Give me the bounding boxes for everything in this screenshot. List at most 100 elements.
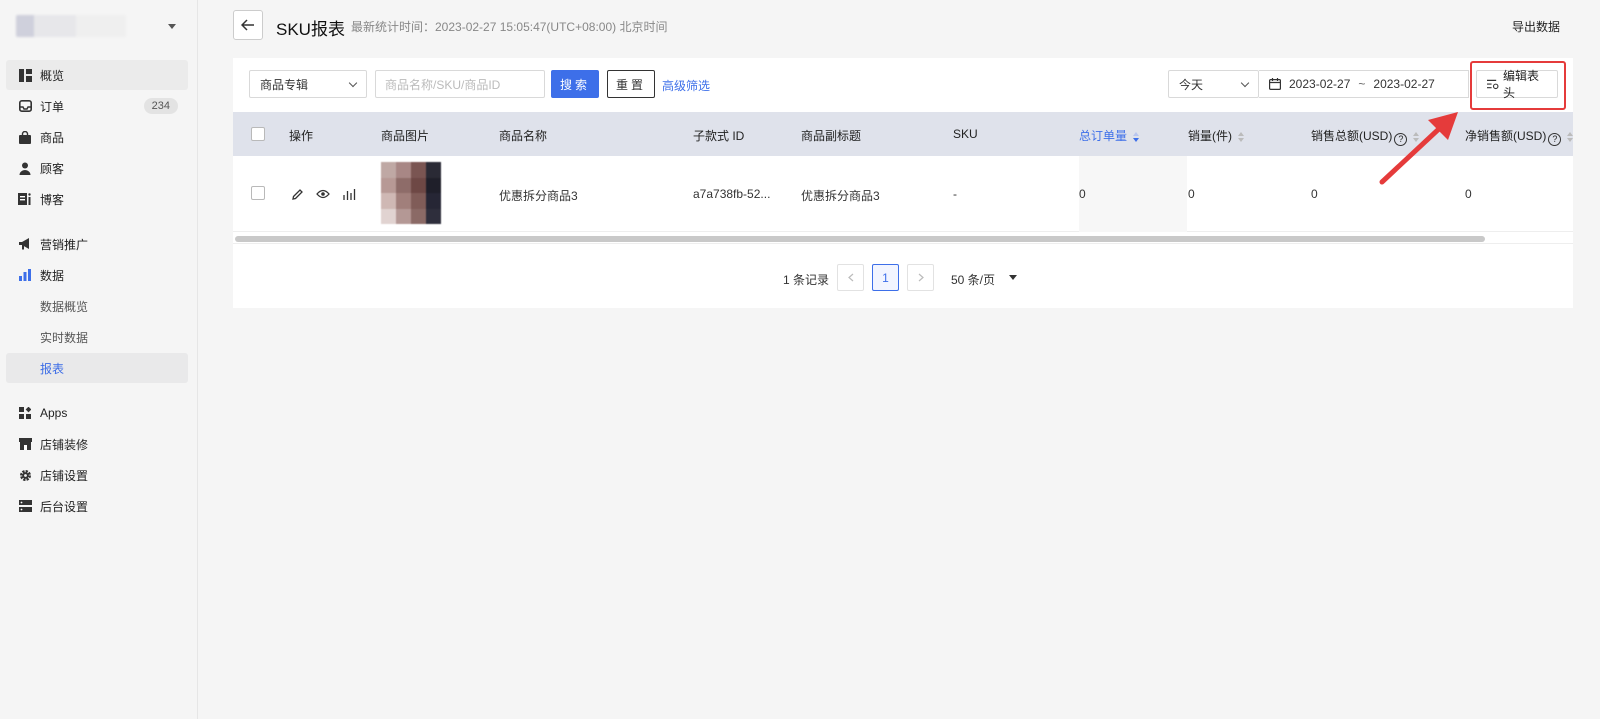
megaphone-icon [18, 237, 32, 251]
advanced-filter-link[interactable]: 高级筛选 [662, 77, 710, 94]
next-page-button[interactable] [907, 264, 934, 291]
arrow-left-icon [241, 19, 254, 31]
back-button[interactable] [233, 10, 263, 40]
column-header: SKU [953, 127, 978, 141]
apps-icon [18, 406, 32, 420]
store-switcher[interactable] [16, 14, 186, 38]
sidebar-subitem-data-overview[interactable]: 数据概览 [6, 291, 188, 321]
export-data-button[interactable]: 导出数据 [1512, 18, 1560, 35]
sidebar-item-label: 博客 [40, 192, 65, 207]
edit-icon[interactable] [289, 186, 305, 202]
server-icon [18, 499, 32, 513]
last-updated-text: 最新统计时间：2023-02-27 15:05:47(UTC+08:00) 北京… [351, 20, 668, 34]
date-end: 2023-02-27 [1373, 77, 1435, 91]
sidebar-item-customers[interactable]: 顾客 [6, 153, 188, 183]
row-actions [289, 186, 357, 202]
chevron-right-icon [918, 273, 924, 282]
view-icon[interactable] [315, 186, 331, 202]
column-header-sortable[interactable]: 销量(件) [1188, 127, 1244, 144]
prev-page-button[interactable] [837, 264, 864, 291]
orders-count-badge: 234 [143, 98, 178, 114]
caret-down-icon[interactable] [1009, 275, 1017, 280]
sidebar-item-marketing[interactable]: 营销推广 [6, 229, 188, 259]
net-sales-value: 0 [1465, 187, 1472, 201]
blog-icon [18, 192, 32, 206]
search-placeholder: 商品名称/SKU/商品ID [385, 77, 501, 92]
product-name: 优惠拆分商品3 [499, 189, 578, 203]
help-icon[interactable]: ? [1548, 133, 1562, 146]
collection-select-value: 商品专辑 [260, 77, 309, 92]
sidebar-item-label: 订单 [40, 99, 65, 114]
column-header: 操作 [289, 129, 314, 143]
sidebar-item-blog[interactable]: 博客 [6, 184, 188, 214]
date-separator: ~ [1358, 77, 1366, 91]
product-subtitle: 优惠拆分商品3 [801, 189, 880, 203]
date-preset-value: 今天 [1179, 77, 1204, 92]
row-checkbox[interactable] [251, 186, 265, 200]
store-icon [18, 437, 32, 451]
search-button[interactable]: 搜索 [551, 70, 599, 98]
sidebar-item-label: 概览 [40, 68, 65, 83]
collection-select[interactable]: 商品专辑 [249, 70, 367, 98]
chevron-down-icon [348, 78, 358, 88]
variant-id: a7a738fb-52... [693, 187, 771, 201]
gear-icon [18, 468, 32, 482]
sidebar-item-store-settings[interactable]: 店铺设置 [6, 460, 188, 490]
page-size-select[interactable]: 50 条/页 [951, 271, 995, 288]
dashboard-icon [18, 68, 32, 82]
column-header-sortable[interactable]: 净销售额(USD)? [1465, 127, 1574, 146]
column-header: 商品名称 [499, 129, 548, 143]
annotation-highlight-box [1470, 61, 1566, 110]
sidebar-item-label: 营销推广 [40, 237, 89, 252]
search-input[interactable]: 商品名称/SKU/商品ID [375, 70, 545, 98]
horizontal-scrollbar[interactable] [235, 236, 1485, 242]
sidebar-item-overview[interactable]: 概览 [6, 60, 188, 90]
column-header-label: 总订单量 [1079, 129, 1128, 143]
sidebar-item-products[interactable]: 商品 [6, 122, 188, 152]
column-header: 商品图片 [381, 129, 430, 143]
person-icon [18, 161, 32, 175]
date-preset-select[interactable]: 今天 [1168, 70, 1259, 98]
chevron-down-icon[interactable] [168, 23, 176, 29]
sidebar-item-label: 数据概览 [40, 299, 89, 314]
sidebar-item-label: 实时数据 [40, 330, 89, 345]
column-header: 商品副标题 [801, 129, 862, 143]
sort-icon[interactable] [1238, 131, 1244, 142]
date-range-picker[interactable]: 2023-02-27 ~ 2023-02-27 [1259, 70, 1469, 98]
column-header-sortable[interactable]: 总订单量 [1079, 127, 1140, 144]
sidebar-item-label: 顾客 [40, 161, 65, 176]
sidebar-item-label: 商品 [40, 130, 65, 145]
page-button-current[interactable]: 1 [872, 264, 899, 291]
sidebar-item-data[interactable]: 数据 [6, 260, 188, 290]
calendar-icon [1269, 78, 1281, 90]
reset-button[interactable]: 重置 [607, 70, 655, 98]
column-header-label: 销量(件) [1188, 129, 1232, 143]
total-sales-value: 0 [1311, 187, 1318, 201]
sidebar-item-admin-settings[interactable]: 后台设置 [6, 491, 188, 521]
bag-icon [18, 130, 32, 144]
sidebar-subitem-realtime[interactable]: 实时数据 [6, 322, 188, 352]
sidebar-item-label: 数据 [40, 268, 65, 283]
chevron-down-icon [1240, 78, 1250, 88]
inbox-icon [18, 99, 32, 113]
annotation-arrow [1379, 112, 1458, 185]
date-start: 2023-02-27 [1289, 77, 1351, 91]
select-all-checkbox[interactable] [251, 127, 265, 141]
sidebar-item-label: 店铺设置 [40, 468, 89, 483]
sidebar-item-store-design[interactable]: 店铺装修 [6, 429, 188, 459]
sidebar-item-orders[interactable]: 订单 234 [6, 91, 188, 121]
store-logo [16, 15, 126, 37]
analytics-icon[interactable] [341, 186, 357, 202]
sidebar: 概览 订单 234 商品 顾客 博客 营销推广 数据 数据概览 实时数据 报表 … [0, 0, 198, 719]
chevron-left-icon [847, 273, 853, 282]
sidebar-item-label: 店铺装修 [40, 437, 89, 452]
sidebar-subitem-reports[interactable]: 报表 [6, 353, 188, 383]
sidebar-item-label: Apps [40, 406, 68, 420]
sidebar-item-label: 后台设置 [40, 499, 89, 514]
column-header-label: 净销售额(USD) [1465, 129, 1547, 143]
total-records: 1 条记录 [783, 273, 830, 287]
product-thumbnail [381, 162, 441, 224]
sidebar-item-apps[interactable]: Apps [6, 398, 188, 428]
sort-icon[interactable] [1567, 131, 1574, 142]
sort-icon[interactable] [1133, 131, 1140, 142]
